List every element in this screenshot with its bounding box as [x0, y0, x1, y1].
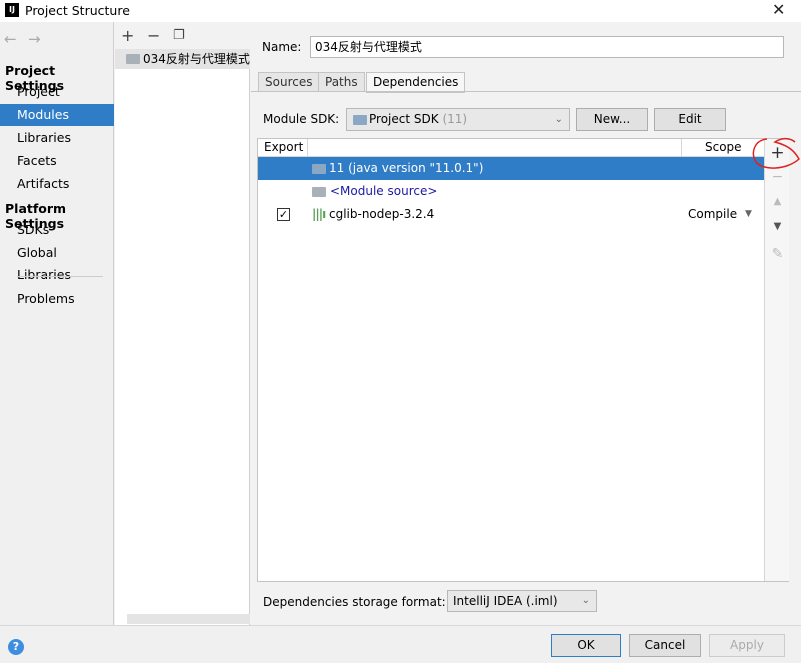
module-sdk-label: Module SDK: — [263, 112, 340, 126]
table-row[interactable]: ✓ |||ı cglib-nodep-3.2.4 Compile ▼ — [258, 203, 764, 226]
tab-dependencies[interactable]: Dependencies — [366, 72, 466, 93]
module-source-folder-icon — [312, 187, 326, 197]
chevron-down-icon: ⌄ — [581, 595, 590, 606]
dependency-name: 11 (java version "11.0.1") — [329, 161, 484, 175]
move-down-icon[interactable]: ▼ — [765, 221, 790, 232]
name-label: Name: — [262, 40, 302, 54]
column-divider — [681, 139, 682, 157]
module-toolbar: + − ❐ — [115, 22, 250, 50]
sidebar-item-global-libraries[interactable]: Global Libraries — [0, 242, 114, 282]
window-title: Project Structure — [25, 3, 130, 18]
sidebar-item-modules[interactable]: Modules — [0, 104, 114, 126]
chevron-down-icon: ⌄ — [554, 114, 563, 125]
name-input[interactable]: 034反射与代理模式 — [310, 36, 784, 58]
jdk-folder-icon — [312, 164, 326, 174]
sdk-folder-icon — [353, 115, 367, 125]
copy-icon[interactable]: ❐ — [173, 28, 185, 43]
title-bar: IJ Project Structure ✕ — [0, 0, 801, 22]
apply-button[interactable]: Apply — [709, 634, 785, 657]
close-icon[interactable]: ✕ — [772, 0, 785, 19]
new-sdk-button[interactable]: New... — [576, 108, 648, 131]
edit-pencil-icon[interactable]: ✎ — [765, 246, 790, 262]
table-row[interactable]: <Module source> — [258, 180, 764, 203]
sidebar-item-problems[interactable]: Problems — [0, 288, 114, 310]
ok-button[interactable]: OK — [551, 634, 621, 657]
chevron-down-icon[interactable]: ▼ — [745, 203, 752, 226]
sidebar-item-project[interactable]: Project — [0, 81, 114, 103]
forward-icon[interactable]: → — [28, 30, 41, 48]
table-row[interactable]: 11 (java version "11.0.1") — [258, 157, 764, 180]
remove-icon[interactable]: − — [147, 26, 160, 45]
column-divider — [307, 139, 308, 157]
cancel-button[interactable]: Cancel — [629, 634, 701, 657]
sidebar-item-facets[interactable]: Facets — [0, 150, 114, 172]
tab-sources[interactable]: Sources — [258, 72, 320, 92]
sidebar: ← → Project Settings Project Modules Lib… — [0, 22, 114, 625]
scope-header[interactable]: Scope — [705, 140, 742, 154]
module-item-label: 034反射与代理模式 — [143, 52, 250, 66]
dependency-name: <Module source> — [330, 184, 438, 198]
intellij-logo-icon: IJ — [5, 3, 19, 17]
edit-sdk-button[interactable]: Edit — [654, 108, 726, 131]
tab-divider — [251, 91, 801, 92]
library-icon: |||ı — [312, 207, 326, 221]
tab-paths[interactable]: Paths — [318, 72, 365, 92]
help-icon[interactable]: ? — [8, 639, 24, 655]
red-annotation-circle — [752, 137, 800, 169]
back-icon[interactable]: ← — [4, 30, 17, 48]
module-folder-icon — [126, 54, 140, 64]
module-list: + − ❐ 034反射与代理模式 — [115, 22, 250, 625]
sdk-value: Project SDK — [369, 112, 439, 126]
storage-format-value: IntelliJ IDEA (.iml) — [453, 594, 558, 608]
storage-format-label: Dependencies storage format: — [263, 595, 446, 609]
dependencies-table: Export Scope 11 (java version "11.0.1") … — [257, 138, 789, 582]
dependency-name: cglib-nodep-3.2.4 — [329, 207, 435, 221]
sidebar-item-artifacts[interactable]: Artifacts — [0, 173, 114, 195]
divider — [17, 276, 103, 277]
export-checkbox[interactable]: ✓ — [277, 208, 290, 221]
move-up-icon[interactable]: ▲ — [765, 196, 790, 207]
add-icon[interactable]: + — [121, 26, 134, 45]
horizontal-scrollbar[interactable] — [127, 614, 250, 624]
module-item[interactable]: 034反射与代理模式 — [115, 49, 250, 69]
sidebar-item-libraries[interactable]: Libraries — [0, 127, 114, 149]
sdk-version: (11) — [442, 112, 468, 126]
module-sdk-dropdown[interactable]: Project SDK (11) ⌄ — [346, 108, 570, 131]
export-header[interactable]: Export — [264, 140, 303, 154]
sidebar-item-sdks[interactable]: SDKs — [0, 219, 114, 241]
storage-format-dropdown[interactable]: IntelliJ IDEA (.iml) ⌄ — [447, 590, 597, 612]
scope-dropdown[interactable]: Compile — [688, 203, 737, 226]
dependency-toolbar: + − ▲ ▼ ✎ — [764, 139, 789, 581]
table-header: Export Scope — [258, 139, 764, 157]
